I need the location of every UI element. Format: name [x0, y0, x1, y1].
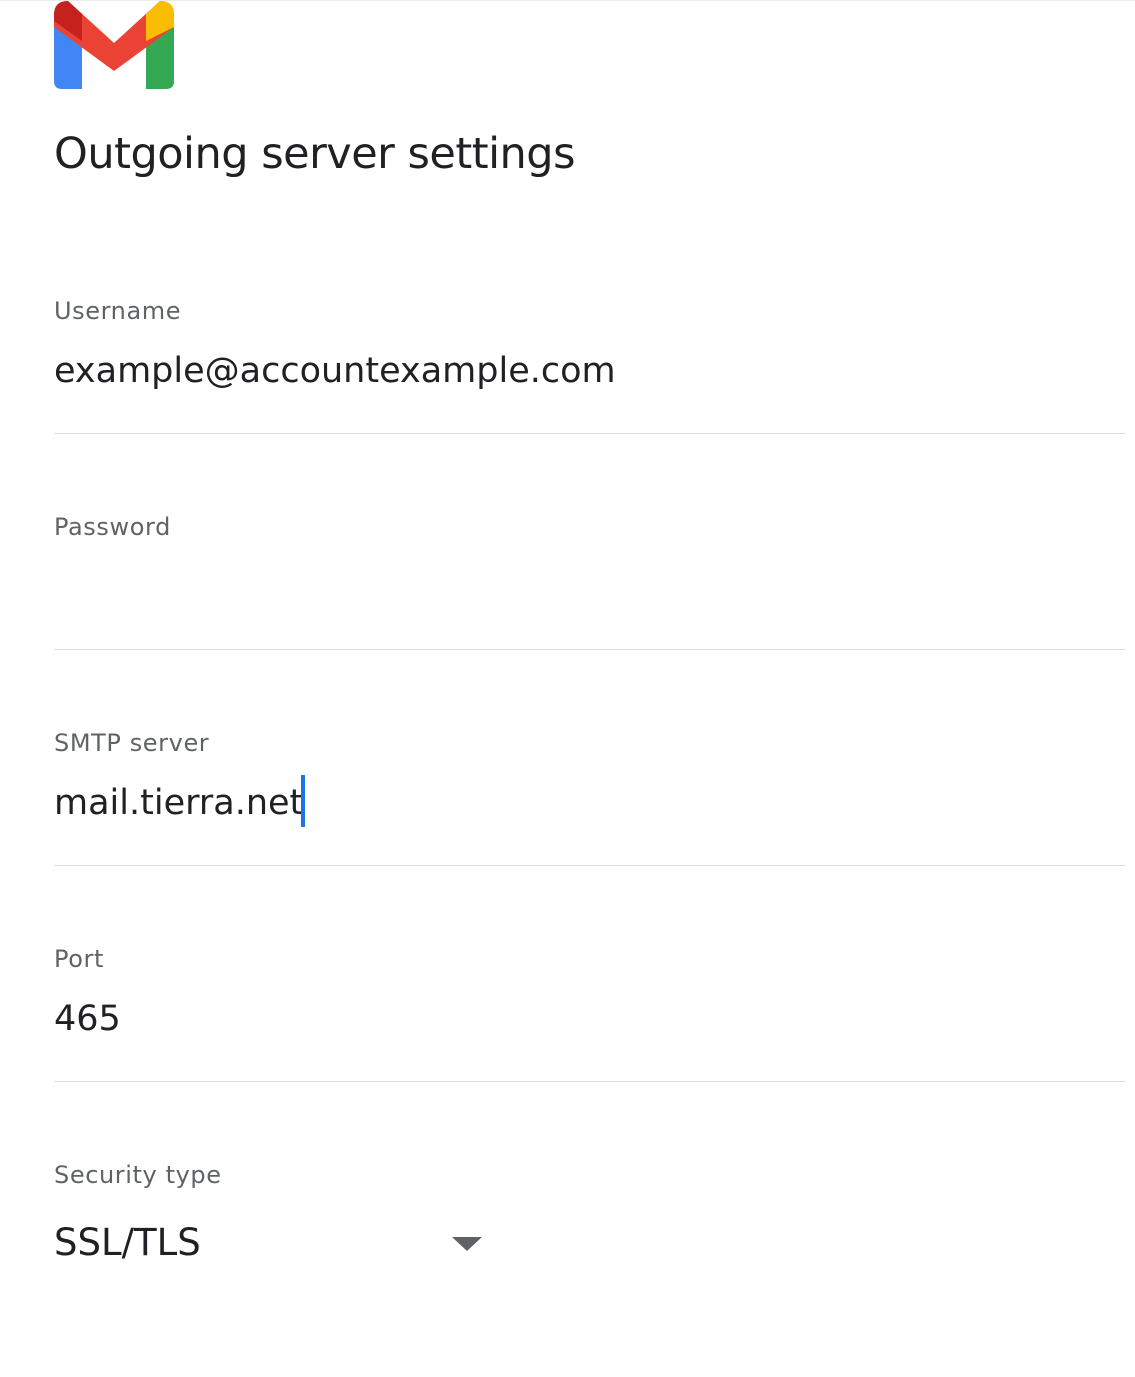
text-caret: [301, 775, 306, 827]
port-field: Port 465: [54, 945, 1125, 1161]
port-label: Port: [54, 945, 104, 973]
security-type-select[interactable]: SSL/TLS: [54, 1213, 484, 1273]
port-value: 465: [54, 999, 121, 1039]
smtp-server-input[interactable]: mail.tierra.net: [54, 773, 1125, 833]
security-type-value: SSL/TLS: [54, 1221, 201, 1264]
password-label: Password: [54, 513, 171, 541]
security-type-label: Security type: [54, 1161, 222, 1189]
smtp-server-value: mail.tierra.net: [54, 783, 304, 823]
page-title: Outgoing server settings: [54, 129, 576, 179]
port-input[interactable]: 465: [54, 989, 1125, 1049]
smtp-server-field: SMTP server mail.tierra.net: [54, 729, 1125, 945]
username-divider: [54, 433, 1125, 434]
outgoing-server-settings-page: Outgoing server settings Username exampl…: [0, 0, 1135, 1314]
username-value: example@accountexample.com: [54, 351, 616, 391]
port-divider: [54, 1081, 1125, 1082]
gmail-logo-icon: [54, 1, 174, 91]
dropdown-arrow-icon: [452, 1237, 482, 1251]
username-label: Username: [54, 297, 182, 325]
password-divider: [54, 649, 1125, 650]
username-input[interactable]: example@accountexample.com: [54, 341, 1125, 401]
smtp-server-label: SMTP server: [54, 729, 210, 757]
smtp-server-divider: [54, 865, 1125, 866]
password-input[interactable]: [54, 557, 1125, 617]
username-field: Username example@accountexample.com: [54, 297, 1125, 513]
security-type-field: Security type SSL/TLS: [54, 1161, 1125, 1377]
password-field: Password: [54, 513, 1125, 729]
